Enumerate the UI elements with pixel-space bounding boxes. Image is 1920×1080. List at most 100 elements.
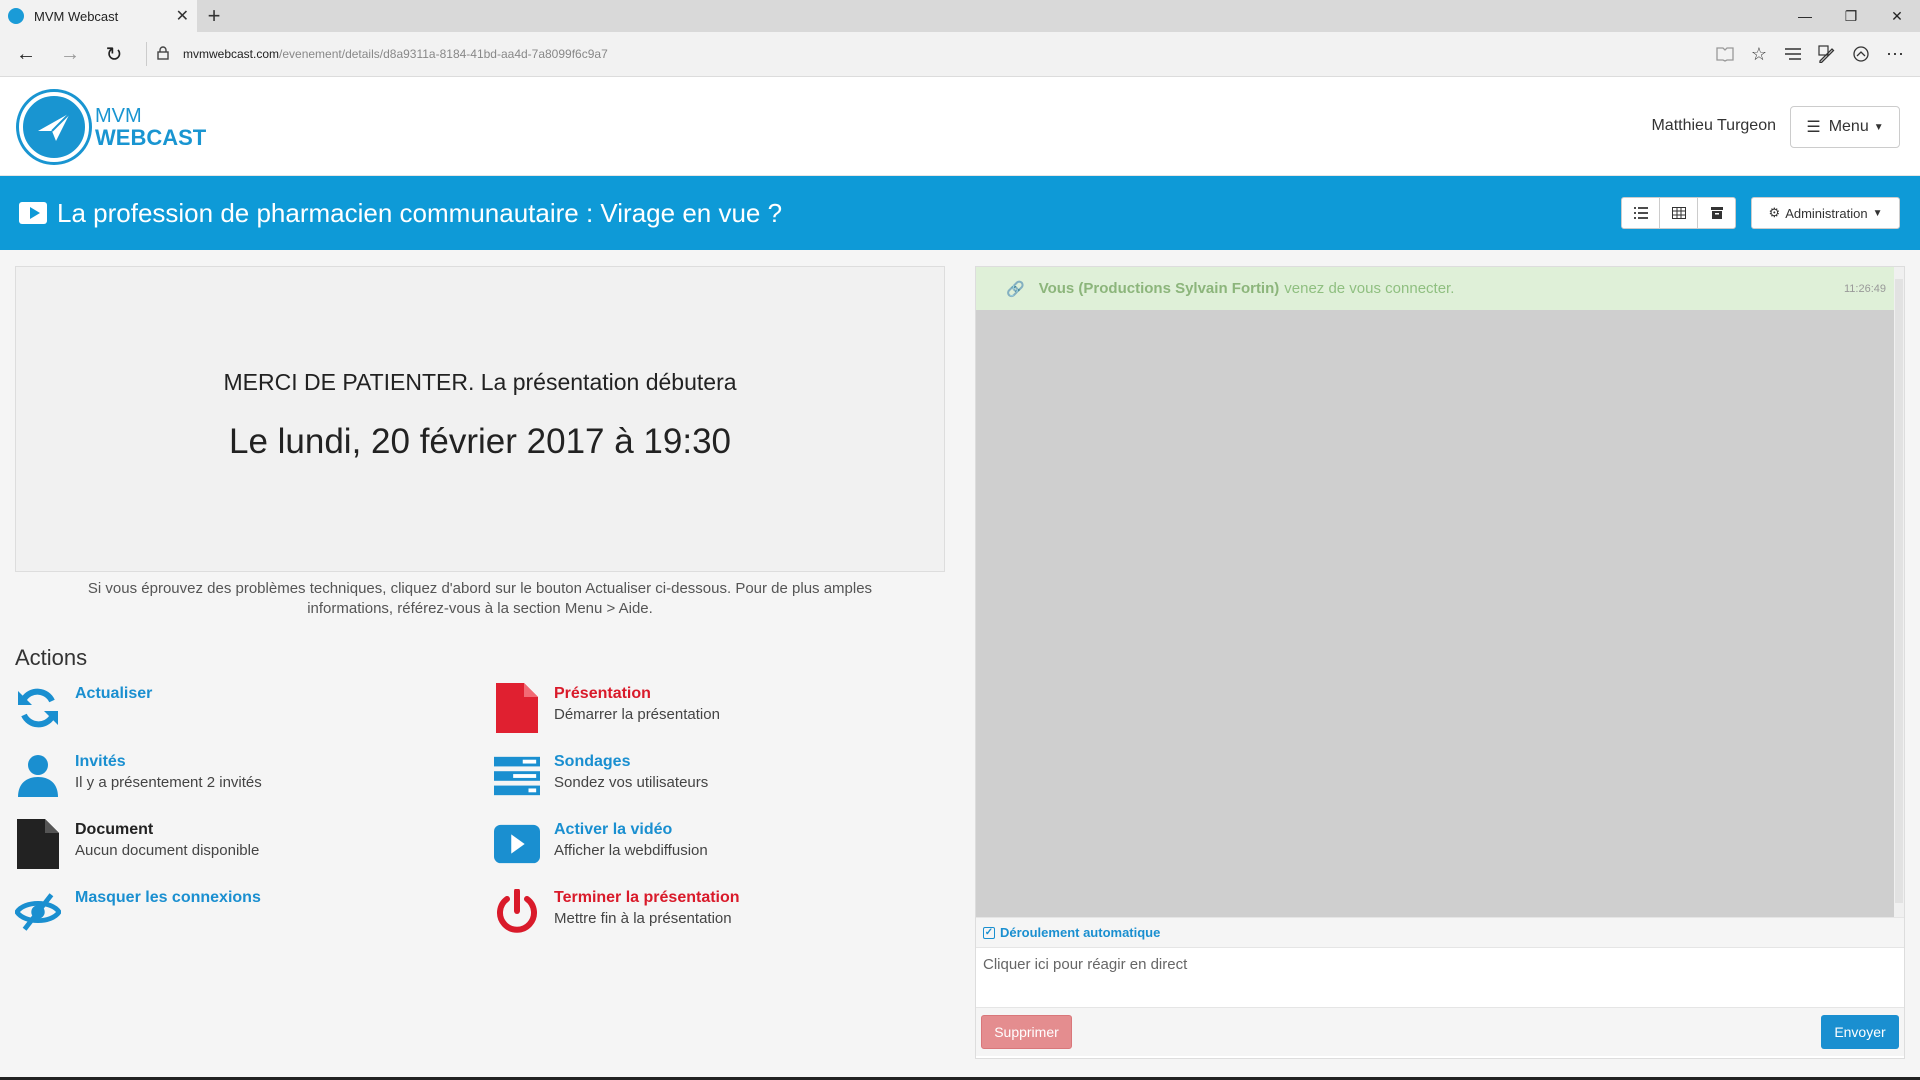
chat-input[interactable]: Cliquer ici pour réagir en direct [976,947,1904,1007]
caret-down-icon: ▼ [1873,121,1884,133]
logo-text: MVM WEBCAST [95,105,206,149]
chat-scrollbar[interactable] [1894,267,1904,917]
start-datetime: Le lundi, 20 février 2017 à 19:30 [228,422,732,461]
url-host: mvmwebcast.com [183,47,280,61]
action-refresh-title[interactable]: Actualiser [75,685,152,703]
chat-message: 🔗 Vous (Productions Sylvain Fortin) vene… [976,267,1904,310]
power-icon [494,887,540,937]
browser-address-bar: ← → ↻ mvmwebcast.com/evenement/details/d… [0,32,1920,77]
action-polls-desc: Sondez vos utilisateurs [554,774,709,791]
tab-title: MVM Webcast [34,8,119,24]
action-end-presentation[interactable]: Terminer la présentation Mettre fin à la… [494,887,934,937]
caret-down-icon: ▼ [1872,207,1883,219]
scrollbar-thumb[interactable] [1895,279,1903,903]
video-play-icon [19,202,47,224]
chat-panel: 🔗 Vous (Productions Sylvain Fortin) vene… [975,266,1905,1059]
action-document-title: Document [75,821,154,838]
chat-footer: Supprimer Envoyer [976,1007,1904,1056]
actions-heading: Actions [15,645,88,670]
divider [146,42,147,66]
event-title: La profession de pharmacien communautair… [57,197,783,228]
menu-button[interactable]: ☰ Menu ▼ [1790,106,1900,148]
forward-icon[interactable]: → [54,38,86,70]
administration-button[interactable]: ⚙ Administration ▼ [1751,197,1900,229]
actions-grid: Actualiser Invités Il y a présentement 2… [15,683,945,963]
view-mode-group [1621,197,1736,229]
restore-icon[interactable]: ❐ [1828,0,1874,32]
action-polls-title[interactable]: Sondages [554,753,708,771]
video-play-icon [494,819,540,869]
help-text: Si vous éprouvez des problèmes technique… [87,580,873,617]
url-path: /evenement/details/d8a9311a-8184-41bd-aa… [279,47,608,61]
action-presentation[interactable]: Présentation Démarrer la présentation [494,683,934,733]
favorite-star-icon[interactable]: ☆ [1742,38,1776,70]
logo-line-2: WEBCAST [95,125,207,150]
chat-messages[interactable]: 🔗 Vous (Productions Sylvain Fortin) vene… [976,267,1904,917]
user-name[interactable]: Matthieu Turgeon [1651,117,1776,135]
browser-tab-bar: MVM Webcast ✕ + — ❐ ✕ [0,0,1920,32]
minimize-icon[interactable]: — [1782,0,1828,32]
logo-plane-icon [19,92,89,162]
chat-message-time: 11:26:49 [1843,282,1886,295]
autoscroll-label: Déroulement automatique [1000,925,1161,940]
action-presentation-title[interactable]: Présentation [554,685,720,703]
document-icon [15,819,61,869]
list-view-icon[interactable] [1621,197,1660,229]
hub-icon[interactable] [1776,38,1810,70]
link-icon: 🔗 [1006,280,1025,298]
site-header: MVM WEBCAST Matthieu Turgeon ☰ Menu ▼ [0,77,1920,176]
user-icon [15,751,61,801]
refresh-icon [15,683,61,733]
back-icon[interactable]: ← [10,38,42,70]
hamburger-icon: ☰ [1806,119,1821,136]
event-title-bar: La profession de pharmacien communautair… [0,176,1920,250]
video-placeholder: MERCI DE PATIENTER. La présentation débu… [15,266,945,572]
administration-label: Administration [1785,205,1868,221]
action-guests-desc: Il y a présentement 2 invités [75,774,262,791]
cogs-icon: ⚙ [1768,205,1781,220]
action-video-title[interactable]: Activer la vidéo [554,821,708,839]
url-field[interactable]: mvmwebcast.com/evenement/details/d8a9311… [183,47,608,61]
site-favicon-icon [8,8,24,24]
action-end-presentation-title[interactable]: Terminer la présentation [554,889,740,907]
close-tab-icon[interactable]: ✕ [176,6,189,26]
browser-toolbar: ☆ ⋯ [1708,38,1912,70]
reading-view-icon[interactable] [1708,38,1742,70]
poll-list-icon [494,751,540,801]
refresh-icon[interactable]: ↻ [98,38,130,70]
action-video-desc: Afficher la webdiffusion [554,842,708,859]
action-polls[interactable]: Sondages Sondez vos utilisateurs [494,751,934,801]
share-icon[interactable] [1844,38,1878,70]
waiting-message: MERCI DE PATIENTER. La présentation débu… [223,369,737,395]
new-tab-button[interactable]: + [197,0,231,32]
chat-message-user: Vous (Productions Sylvain Fortin) [1038,280,1280,297]
action-presentation-desc: Démarrer la présentation [554,706,720,723]
browser-tab[interactable]: MVM Webcast ✕ [0,0,197,32]
checkbox-checked-icon[interactable]: ✓ [983,926,995,939]
send-button[interactable]: Envoyer [1821,1015,1899,1049]
action-hide-connections[interactable]: Masquer les connexions [15,887,455,937]
menu-label: Menu [1828,118,1869,135]
grid-view-icon[interactable] [1659,197,1698,229]
action-guests[interactable]: Invités Il y a présentement 2 invités [15,751,455,801]
logo[interactable]: MVM WEBCAST [19,92,206,162]
chat-message-text: venez de vous connecter. [1284,280,1455,297]
action-refresh[interactable]: Actualiser [15,683,455,733]
delete-button[interactable]: Supprimer [981,1015,1072,1049]
autoscroll-toggle[interactable]: ✓ Déroulement automatique [976,917,1904,947]
action-hide-connections-title[interactable]: Masquer les connexions [75,889,261,907]
window-controls: — ❐ ✕ [1782,0,1920,32]
web-note-icon[interactable] [1810,38,1844,70]
action-document-desc: Aucun document disponible [75,842,260,859]
file-icon [494,683,540,733]
lock-icon [157,45,169,63]
action-guests-title[interactable]: Invités [75,753,262,771]
action-video[interactable]: Activer la vidéo Afficher la webdiffusio… [494,819,934,869]
main-left-column: MERCI DE PATIENTER. La présentation débu… [15,266,945,963]
archive-view-icon[interactable] [1697,197,1736,229]
eye-slash-icon [15,887,61,937]
logo-line-1: MVM [95,105,142,127]
more-icon[interactable]: ⋯ [1878,38,1912,70]
close-window-icon[interactable]: ✕ [1874,0,1920,32]
action-end-presentation-desc: Mettre fin à la présentation [554,910,732,927]
